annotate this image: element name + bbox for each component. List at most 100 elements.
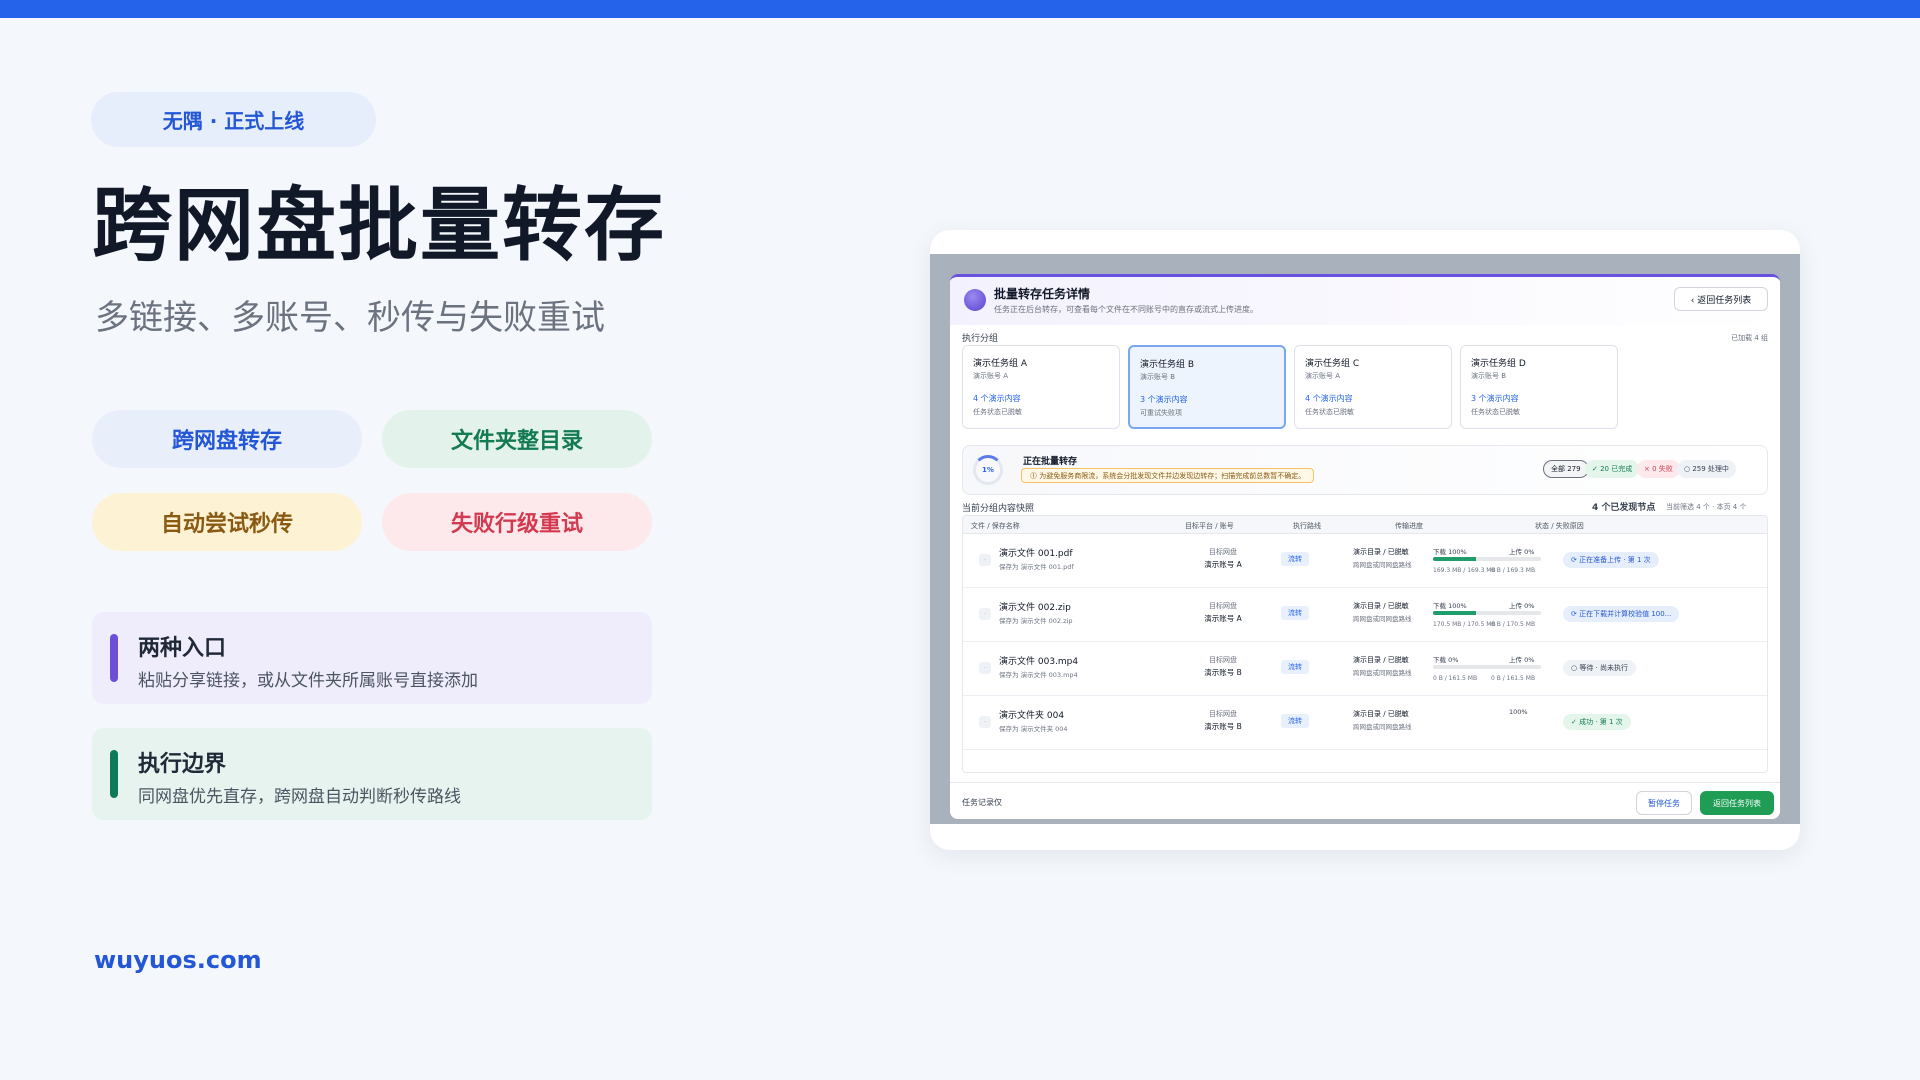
feature-desc: 粘贴分享链接，或从文件夹所属账号直接添加 [138,671,478,691]
pause-task-button[interactable]: 暂停任务 [1636,791,1692,815]
hero-subtitle: 多链接、多账号、秒传与失败重试 [95,298,605,338]
table-row[interactable]: · 演示文件夹 004 保存为 演示文件夹 004 目标网盘 演示账号 B 流转… [963,696,1767,750]
filter-all-chip[interactable]: 全部 279 [1543,460,1589,478]
group-card-b[interactable]: 演示任务组 B 演示账号 B 3 个演示内容 可重试失败项 [1128,345,1286,429]
col-route: 执行路线 [1293,522,1321,530]
filter-failed-chip[interactable]: × 0 失败 [1637,460,1680,478]
group-count: 3 个演示内容 [1471,394,1519,403]
row-checkbox[interactable]: · [979,608,991,620]
screenshot-card: 批量转存任务详情 任务正在后台转存，可查看每个文件在不同账号中的直存或流式上传进… [930,230,1800,850]
route-badge: 流转 [1281,660,1309,674]
modal-subtitle: 任务正在后台转存，可查看每个文件在不同账号中的直存或流式上传进度。 [994,305,1258,314]
group-state: 可重试失败项 [1140,409,1182,417]
footer-note: 任务记录仅 [962,798,1002,807]
target-account: 演示账号 B [1204,722,1242,731]
progress-fill [1433,557,1477,561]
download-progress: 下载 100% [1433,602,1467,610]
groups-loaded: 已加载 4 组 [1731,334,1768,342]
download-size: 170.5 MB / 170.5 MB [1433,621,1496,628]
tag-retry: 失败行级重试 [382,493,652,551]
row-status-badge: ○ 等待 · 尚未执行 [1563,660,1637,676]
target-dir: 演示目录 / 已脱敏 [1353,548,1409,556]
group-account: 演示账号 A [1305,372,1341,380]
filter-done-chip[interactable]: ✓ 20 已完成 [1585,460,1640,478]
target-account: 演示账号 B [1204,668,1242,677]
return-list-button[interactable]: 返回任务列表 [1700,791,1774,815]
file-name: 演示文件夹 004 [999,711,1065,721]
target-platform: 目标网盘 [1209,548,1237,556]
row-status-badge: ⟳ 正在下载并计算校验值 100... [1563,606,1680,622]
modal-footer: 任务记录仅 暂停任务 返回任务列表 [950,782,1780,819]
progress-bar [1433,611,1541,615]
target-account: 演示账号 A [1204,614,1242,623]
row-checkbox[interactable]: · [979,716,991,728]
progress-bar [1433,665,1541,669]
snapshot-count: 4 个已发现节点 [1592,503,1656,513]
back-to-list-button[interactable]: ‹ 返回任务列表 [1674,287,1768,311]
table-row[interactable]: · 演示文件 003.mp4 保存为 演示文件 003.mp4 目标网盘 演示账… [963,642,1767,696]
save-name: 保存为 演示文件 002.zip [999,617,1073,625]
download-progress: 下载 100% [1433,548,1467,556]
file-name: 演示文件 001.pdf [999,549,1073,559]
upload-size: 0 B / 169.3 MB [1491,567,1536,574]
route-badge: 流转 [1281,606,1309,620]
modal-title: 批量转存任务详情 [994,287,1091,301]
tag-instant: 自动尝试秒传 [92,493,362,551]
task-avatar-icon [964,289,986,311]
row-checkbox[interactable]: · [979,662,991,674]
progress-ring: 1% [973,455,1003,485]
group-account: 演示账号 B [1140,373,1176,381]
upload-progress: 上传 0% [1509,656,1535,664]
group-name: 演示任务组 C [1305,359,1360,369]
target-dir: 演示目录 / 已脱敏 [1353,710,1409,718]
upload-size: 0 B / 161.5 MB [1491,675,1536,682]
file-table: 文件 / 保存名称 目标平台 / 账号 执行路线 传输进度 状态 / 失败原因 … [962,515,1768,773]
upload-size: 0 B / 170.5 MB [1491,621,1536,628]
route-badge: 流转 [1281,714,1309,728]
row-checkbox[interactable]: · [979,554,991,566]
group-name: 演示任务组 A [973,359,1028,369]
col-file: 文件 / 保存名称 [971,522,1020,530]
tag-folder: 文件夹整目录 [382,410,652,468]
top-accent-bar [0,0,1920,18]
row-status-badge: ✓ 成功 · 第 1 次 [1563,714,1631,730]
save-name: 保存为 演示文件 001.pdf [999,563,1074,571]
batch-status-panel: 1% 正在批量转存 ⓵ 为避免服务商限流，系统会分批发现文件并边发现边转存；扫描… [962,445,1768,495]
route-desc: 跨网盘或同网盘路线 [1353,669,1412,677]
target-dir: 演示目录 / 已脱敏 [1353,602,1409,610]
group-count: 4 个演示内容 [973,394,1021,403]
rate-limit-warning: ⓵ 为避免服务商限流，系统会分批发现文件并边发现边转存；扫描完成前总数暂不确定。 [1021,468,1315,483]
task-detail-modal: 批量转存任务详情 任务正在后台转存，可查看每个文件在不同账号中的直存或流式上传进… [950,274,1780,819]
filter-processing-chip[interactable]: ○ 259 处理中 [1677,460,1736,478]
table-row[interactable]: · 演示文件 001.pdf 保存为 演示文件 001.pdf 目标网盘 演示账… [963,534,1767,588]
group-card-c[interactable]: 演示任务组 C 演示账号 A 4 个演示内容 任务状态已脱敏 [1294,345,1452,429]
file-name: 演示文件 002.zip [999,603,1071,613]
screenshot-backdrop: 批量转存任务详情 任务正在后台转存，可查看每个文件在不同账号中的直存或流式上传进… [930,254,1800,824]
progress-bar [1433,557,1541,561]
group-name: 演示任务组 D [1471,359,1526,369]
launch-badge: 无隅 · 正式上线 [91,92,376,147]
file-name: 演示文件 003.mp4 [999,657,1079,667]
save-name: 保存为 演示文件夹 004 [999,725,1068,733]
target-platform: 目标网盘 [1209,656,1237,664]
download-size: 0 B / 161.5 MB [1433,675,1478,682]
feature-boundary: 执行边界 同网盘优先直存，跨网盘自动判断秒传路线 [92,728,652,820]
tag-cross-drive: 跨网盘转存 [92,410,362,468]
upload-progress: 上传 0% [1509,602,1535,610]
feature-accent-bar [110,750,118,798]
hero-title: 跨网盘批量转存 [92,179,666,272]
group-account: 演示账号 B [1471,372,1507,380]
table-row[interactable]: · 演示文件 002.zip 保存为 演示文件 002.zip 目标网盘 演示账… [963,588,1767,642]
feature-entry: 两种入口 粘贴分享链接，或从文件夹所属账号直接添加 [92,612,652,704]
site-domain: wuyuos.com [94,946,262,974]
group-state: 任务状态已脱敏 [1471,408,1520,416]
target-dir: 演示目录 / 已脱敏 [1353,656,1409,664]
feature-desc: 同网盘优先直存，跨网盘自动判断秒传路线 [138,787,461,807]
route-desc: 跨网盘或同网盘路线 [1353,615,1412,623]
upload-progress: 上传 0% [1509,548,1535,556]
download-progress: 下载 0% [1433,656,1459,664]
route-badge: 流转 [1281,552,1309,566]
group-card-d[interactable]: 演示任务组 D 演示账号 B 3 个演示内容 任务状态已脱敏 [1460,345,1618,429]
group-card-a[interactable]: 演示任务组 A 演示账号 A 4 个演示内容 任务状态已脱敏 [962,345,1120,429]
modal-header: 批量转存任务详情 任务正在后台转存，可查看每个文件在不同账号中的直存或流式上传进… [950,277,1780,325]
